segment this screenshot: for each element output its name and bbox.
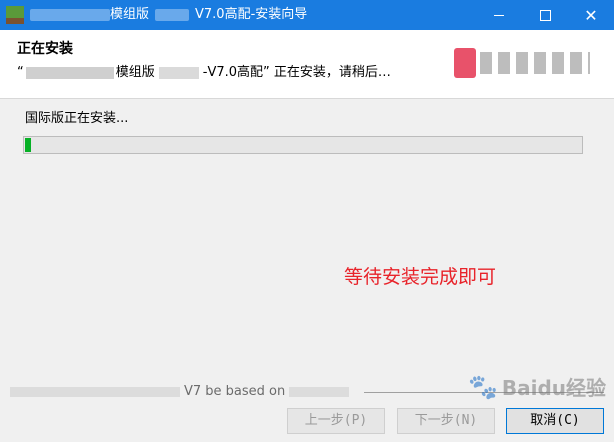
redacted-text bbox=[158, 66, 199, 79]
close-button[interactable]: ✕ bbox=[568, 0, 614, 30]
progress-fill bbox=[25, 138, 31, 152]
branding-label: V7 be based on bbox=[10, 383, 350, 401]
window-title: 模组版 V7.0高配-安装向导 bbox=[30, 6, 307, 24]
install-status-text: 国际版正在安装... bbox=[25, 111, 129, 126]
cancel-button[interactable]: 取消(C) bbox=[506, 408, 604, 434]
watermark: 🐾 Baidu经验 bbox=[468, 372, 606, 401]
logo-mark-icon bbox=[454, 48, 476, 78]
header-logo bbox=[454, 44, 594, 82]
redacted-text bbox=[25, 66, 114, 79]
redacted-text bbox=[155, 8, 190, 21]
close-icon: ✕ bbox=[584, 5, 598, 25]
back-button[interactable]: 上一步(P) bbox=[287, 408, 385, 434]
subtitle-quote: “ bbox=[17, 65, 24, 80]
based-on-text: V7 be based on bbox=[184, 384, 286, 399]
redacted-text bbox=[289, 386, 350, 397]
maximize-icon bbox=[539, 9, 551, 21]
window-title-part1: 模组版 bbox=[110, 7, 150, 22]
window-title-part2: V7.0高配-安装向导 bbox=[195, 7, 308, 22]
maximize-button[interactable] bbox=[522, 0, 568, 30]
annotation-text: 等待安装完成即可 bbox=[344, 266, 497, 288]
grass-block-icon bbox=[6, 6, 24, 24]
page-subtitle: “ 模组版 -V7.0高配” 正在安装，请稍后… bbox=[17, 64, 391, 82]
title-bar[interactable]: 模组版 V7.0高配-安装向导 ✕ bbox=[0, 0, 614, 30]
redacted-logo-text bbox=[480, 52, 590, 74]
wizard-header: 正在安装 “ 模组版 -V7.0高配” 正在安装，请稍后… bbox=[0, 30, 614, 99]
next-button[interactable]: 下一步(N) bbox=[397, 408, 495, 434]
install-progress-bar bbox=[23, 136, 583, 154]
subtitle-part2: -V7.0高配” 正在安装，请稍后… bbox=[202, 65, 391, 80]
subtitle-part1: 模组版 bbox=[115, 65, 155, 80]
redacted-text bbox=[30, 8, 110, 21]
watermark-text: Baidu经验 bbox=[501, 376, 607, 400]
page-title: 正在安装 bbox=[17, 41, 73, 57]
minimize-icon bbox=[494, 14, 504, 16]
paw-icon: 🐾 bbox=[468, 373, 498, 401]
minimize-button[interactable] bbox=[476, 0, 522, 30]
redacted-text bbox=[10, 386, 180, 397]
